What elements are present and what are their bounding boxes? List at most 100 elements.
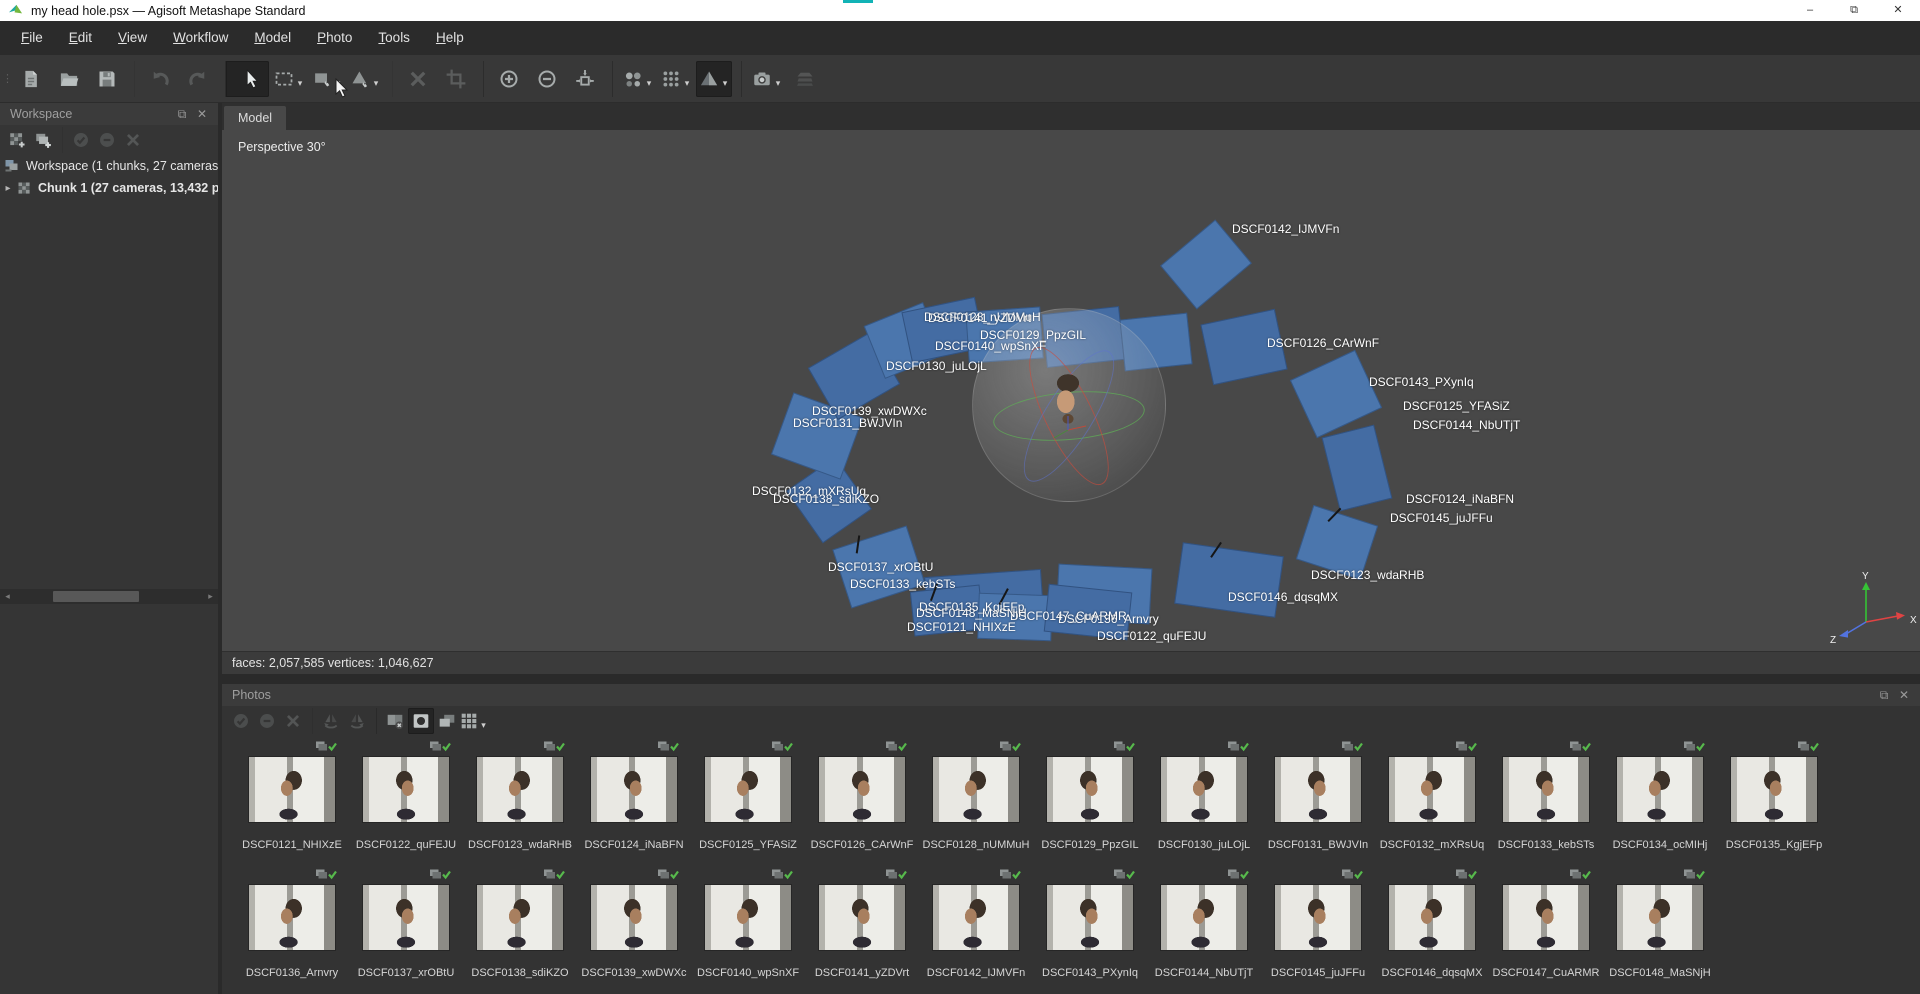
stacked-view-button[interactable] [787,61,823,97]
zoom-in-button[interactable] [483,61,527,97]
photo-item[interactable]: DSCF0128_nUMMuH [919,736,1033,864]
scroll-left-arrow-icon[interactable]: ◂ [0,589,15,604]
photo-aligned-check-icon [885,740,907,753]
photo-item[interactable]: DSCF0143_PXynIq [1033,864,1147,992]
menu-file[interactable]: File [8,21,56,55]
photo-item[interactable]: DSCF0134_ocMIHj [1603,736,1717,864]
disable-item-button[interactable] [94,127,120,153]
photo-item[interactable]: DSCF0137_xrOBtU [349,864,463,992]
model-viewport[interactable]: DSCF0142_IJMVFnDSCF0126_CArWnFDSCF0143_P… [222,130,1920,651]
zoom-out-button[interactable] [529,61,565,97]
camera-label: DSCF0123_wdaRHB [1311,568,1424,582]
tie-points-view-button[interactable] [658,61,694,97]
photo-item[interactable]: DSCF0136_Arnvry [235,864,349,992]
photo-label: DSCF0122_quFEJU [349,839,463,851]
photo-item[interactable]: DSCF0126_CArWnF [805,736,919,864]
photo-item[interactable]: DSCF0146_dqsqMX [1375,864,1489,992]
photo-item[interactable]: DSCF0123_wdaRHB [463,736,577,864]
photo-item[interactable]: DSCF0131_BWJVIn [1261,736,1375,864]
photo-aligned-check-icon [1113,868,1135,881]
menu-help[interactable]: Help [423,21,477,55]
rotate-right-button[interactable] [344,708,370,734]
filter-photos-button[interactable] [376,708,408,734]
photo-item[interactable]: DSCF0124_iNaBFN [577,736,691,864]
photo-label: DSCF0133_kebSTs [1489,839,1603,851]
workspace-horizontal-scrollbar[interactable]: ◂ ▸ [0,589,218,604]
workspace-close-button[interactable]: ✕ [192,104,212,124]
undo-button[interactable] [134,61,178,97]
photo-item[interactable]: DSCF0142_IJMVFn [919,864,1033,992]
camera-label: DSCF0145_juJFFu [1390,511,1493,525]
photo-item[interactable]: DSCF0135_KgjEFp [1717,736,1831,864]
menu-photo[interactable]: Photo [304,21,365,55]
photo-item[interactable]: DSCF0148_MaSNjH [1603,864,1717,992]
photo-item[interactable]: DSCF0140_wpSnXF [691,864,805,992]
show-cameras-button[interactable] [741,61,785,97]
preview-mode-button[interactable] [408,708,434,734]
photo-item[interactable]: DSCF0130_juLOjL [1147,736,1261,864]
photo-label: DSCF0125_YFASiZ [691,839,805,851]
photo-thumbnail [1616,756,1704,823]
enable-photo-button[interactable] [228,708,254,734]
photos-float-button[interactable]: ⧉ [1874,685,1894,705]
photo-thumbnail [476,756,564,823]
delete-selection-button[interactable] [392,61,436,97]
photo-thumbnail [362,884,450,951]
photo-item[interactable]: DSCF0138_sdiKZO [463,864,577,992]
photo-thumbnail [362,756,450,823]
axis-x-label: X [1910,615,1917,626]
close-button[interactable]: ✕ [1876,0,1920,21]
enable-item-button[interactable] [62,127,94,153]
menu-model[interactable]: Model [241,21,304,55]
move-object-tool-button[interactable] [347,61,383,97]
remove-photo-button[interactable] [280,708,306,734]
rectangle-selection-tool-button[interactable] [271,61,307,97]
remove-item-button[interactable] [120,127,146,153]
minimize-button[interactable]: – [1788,0,1832,21]
maximize-button[interactable]: ⧉ [1832,0,1876,21]
photo-item[interactable]: DSCF0147_CuARMR [1489,864,1603,992]
photo-item[interactable]: DSCF0122_quFEJU [349,736,463,864]
rotate-left-button[interactable] [312,708,344,734]
new-project-button[interactable] [13,61,49,97]
photo-item[interactable]: DSCF0125_YFASiZ [691,736,805,864]
workspace-float-button[interactable]: ⧉ [172,104,192,124]
stack-mode-button[interactable] [434,708,460,734]
menu-edit[interactable]: Edit [56,21,105,55]
navigation-tool-button[interactable] [225,61,269,97]
add-chunk-button[interactable] [4,127,30,153]
redo-button[interactable] [180,61,216,97]
photo-aligned-check-icon [1113,740,1135,753]
photo-item[interactable]: DSCF0145_juJFFu [1261,864,1375,992]
menu-tools[interactable]: Tools [365,21,423,55]
point-cloud-view-button[interactable] [612,61,656,97]
photo-item[interactable]: DSCF0144_NbUTjT [1147,864,1261,992]
photo-item[interactable]: DSCF0133_kebSTs [1489,736,1603,864]
photo-thumbnail [1388,884,1476,951]
crop-selection-button[interactable] [438,61,474,97]
open-project-button[interactable] [51,61,87,97]
photo-item[interactable]: DSCF0121_NHIXzE [235,736,349,864]
photo-aligned-check-icon [1341,740,1363,753]
photo-item[interactable]: DSCF0141_yZDVrt [805,864,919,992]
tab-model[interactable]: Model [224,106,286,130]
shaded-model-view-button[interactable] [696,61,732,97]
photo-item[interactable]: DSCF0139_xwDWXc [577,864,691,992]
menu-view[interactable]: View [105,21,160,55]
photo-item[interactable]: DSCF0132_mXRsUq [1375,736,1489,864]
toolbar-drag-handle[interactable]: ⋮ [2,74,12,84]
workspace-tree-item[interactable]: Workspace (1 chunks, 27 cameras) [0,155,218,177]
disable-photo-button[interactable] [254,708,280,734]
horizontal-splitter[interactable] [222,674,1920,684]
menu-workflow[interactable]: Workflow [160,21,241,55]
scrollbar-thumb[interactable] [53,591,139,602]
add-photos-button[interactable] [30,127,56,153]
expander-icon[interactable] [0,183,16,194]
workspace-tree-item[interactable]: Chunk 1 (27 cameras, 13,432 po [0,177,218,199]
reset-view-button[interactable] [567,61,603,97]
scroll-right-arrow-icon[interactable]: ▸ [203,589,218,604]
view-mode-button[interactable] [460,708,486,734]
photos-close-button[interactable]: ✕ [1894,685,1914,705]
save-project-button[interactable] [89,61,125,97]
photo-item[interactable]: DSCF0129_PpzGIL [1033,736,1147,864]
